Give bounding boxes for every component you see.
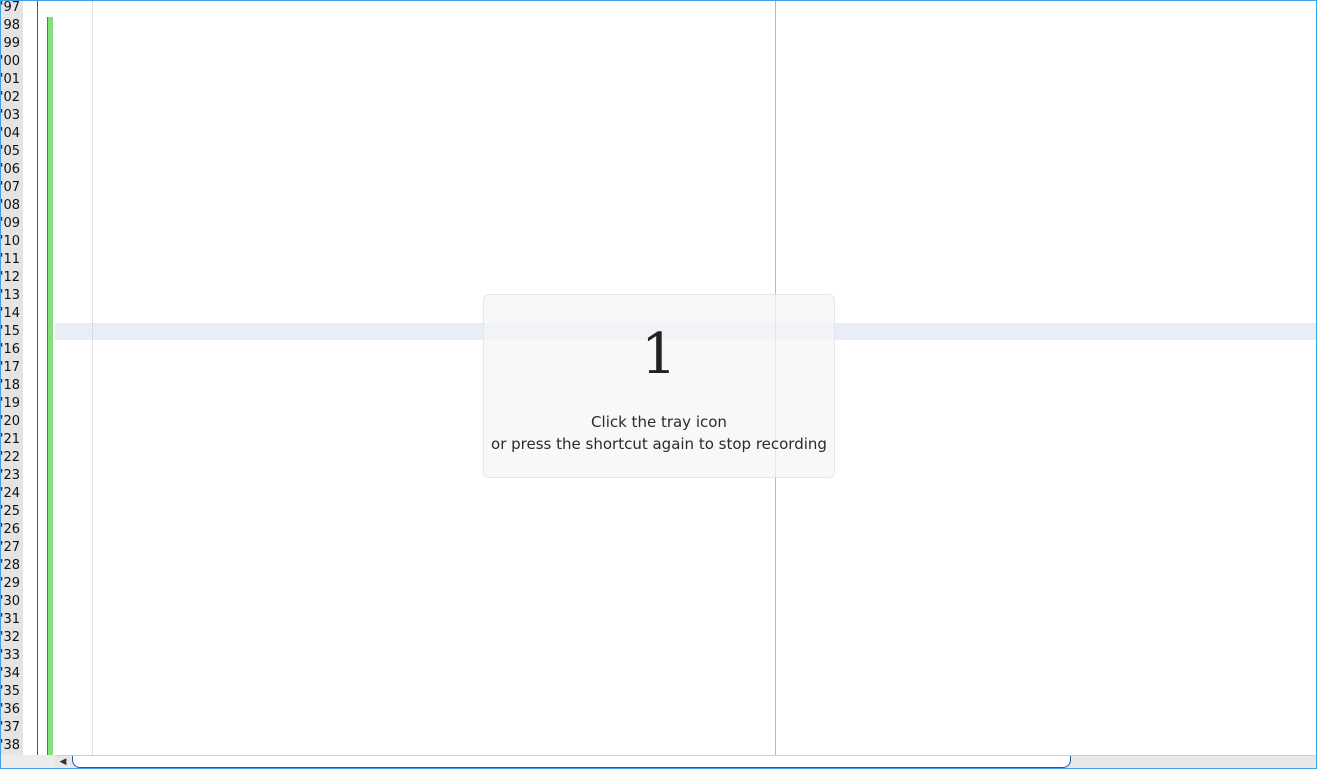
line-number: '34 — [1, 666, 20, 681]
scrollbar-corner — [1, 755, 55, 768]
scrollbar-thumb[interactable] — [72, 756, 1071, 768]
line-number: '07 — [1, 180, 20, 195]
line-number: '04 — [1, 126, 20, 141]
line-number: '31 — [1, 612, 20, 627]
line-number: '11 — [1, 252, 20, 267]
line-number: '17 — [1, 360, 20, 375]
line-number: '06 — [1, 162, 20, 177]
line-number: '36 — [1, 702, 20, 717]
line-number: '16 — [1, 342, 20, 357]
line-number: '02 — [1, 90, 20, 105]
line-number: '27 — [1, 540, 20, 555]
line-number: '21 — [1, 432, 20, 447]
line-number: '08 — [1, 198, 20, 213]
horizontal-scrollbar[interactable]: ◀ — [55, 755, 1316, 768]
line-number: '05 — [1, 144, 20, 159]
line-number: '09 — [1, 216, 20, 231]
line-number: '12 — [1, 270, 20, 285]
line-number: '38 — [1, 738, 20, 753]
line-number: '28 — [1, 558, 20, 573]
line-number: '13 — [1, 288, 20, 303]
line-number: '24 — [1, 486, 20, 501]
countdown-number: 1 — [641, 322, 677, 387]
line-number: '30 — [1, 594, 20, 609]
line-number: '33 — [1, 648, 20, 663]
line-number: '19 — [1, 396, 20, 411]
stop-instruction-line2: or press the shortcut again to stop reco… — [491, 435, 827, 453]
scroll-left-arrow-icon[interactable]: ◀ — [55, 756, 71, 768]
indent-guide — [92, 1, 93, 755]
recording-countdown-overlay: 1 Click the tray icon or press the short… — [483, 294, 835, 478]
line-number: '03 — [1, 108, 20, 123]
line-number: '15 — [1, 324, 20, 339]
line-number: '10 — [1, 234, 20, 249]
line-number: '01 — [1, 72, 20, 87]
line-number: '23 — [1, 468, 20, 483]
line-number: '22 — [1, 450, 20, 465]
line-number: '29 — [1, 576, 20, 591]
line-number: '25 — [1, 504, 20, 519]
editor-window: '97 98 99 '00 '01 '02 '03 '04 '05 '06 '07 '08 '09 '10… — [0, 0, 1317, 769]
line-number-gutter[interactable]: '97 98 99 '00 '01 '02 '03 '04 '05 '06 '07 '08 '09 '10… — [1, 1, 23, 755]
line-number: '20 — [1, 414, 20, 429]
line-number: '35 — [1, 684, 20, 699]
line-number: '00 — [1, 54, 20, 69]
line-number: '32 — [1, 630, 20, 645]
change-history-bar — [47, 17, 53, 755]
line-number: 99 — [3, 36, 20, 51]
line-number: '18 — [1, 378, 20, 393]
line-number: '97 — [1, 1, 20, 15]
line-number: 98 — [3, 18, 20, 33]
line-number: '26 — [1, 522, 20, 537]
fold-margin-line — [37, 1, 38, 755]
stop-instruction-line1: Click the tray icon — [591, 413, 727, 431]
line-number: '14 — [1, 306, 20, 321]
line-number: '37 — [1, 720, 20, 735]
